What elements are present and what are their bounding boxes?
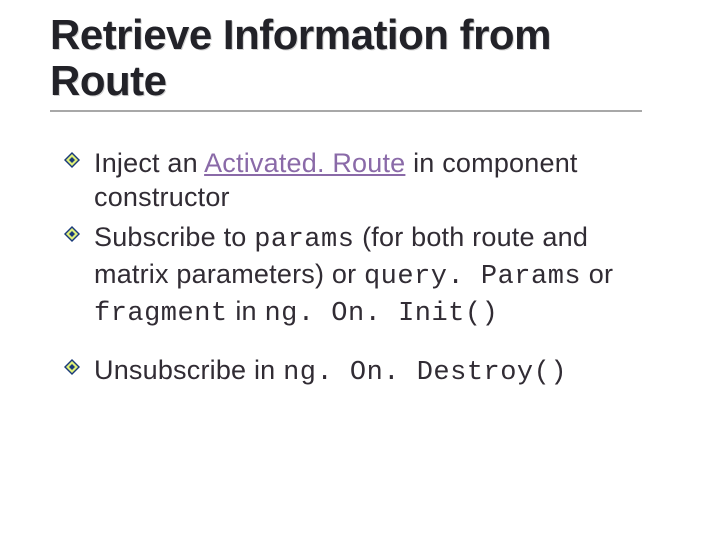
code-ngoninit: ng. On. Init()	[264, 299, 498, 329]
bullet-item: Subscribe to params (for both route and …	[94, 220, 660, 331]
bullet-item: Inject an Activated. Route in component …	[94, 146, 660, 214]
slide: Retrieve Information from Route Inject a…	[0, 0, 720, 540]
code-queryparams: query. Params	[364, 262, 581, 292]
bullet-text: Unsubscribe in	[94, 355, 283, 385]
code-params: params	[254, 225, 354, 255]
code-fragment: fragment	[94, 299, 228, 329]
title-line-2: Route	[50, 57, 167, 104]
bullet-text: in	[228, 296, 265, 326]
title-divider	[50, 110, 642, 112]
link-activated-route[interactable]: Activated. Route	[204, 148, 405, 178]
bullet-text: Inject an	[94, 148, 204, 178]
bullet-marker-icon	[64, 152, 80, 168]
bullet-list: Inject an Activated. Route in component …	[94, 146, 660, 390]
slide-title: Retrieve Information from Route	[50, 12, 680, 104]
code-ngondestroy: ng. On. Destroy()	[283, 358, 567, 388]
spacer	[94, 337, 660, 351]
bullet-marker-icon	[64, 226, 80, 242]
bullet-text: or	[581, 259, 613, 289]
bullet-item: Unsubscribe in ng. On. Destroy()	[94, 353, 660, 390]
bullet-text: Subscribe to	[94, 222, 254, 252]
title-line-1: Retrieve Information from	[50, 11, 551, 58]
bullet-marker-icon	[64, 359, 80, 375]
